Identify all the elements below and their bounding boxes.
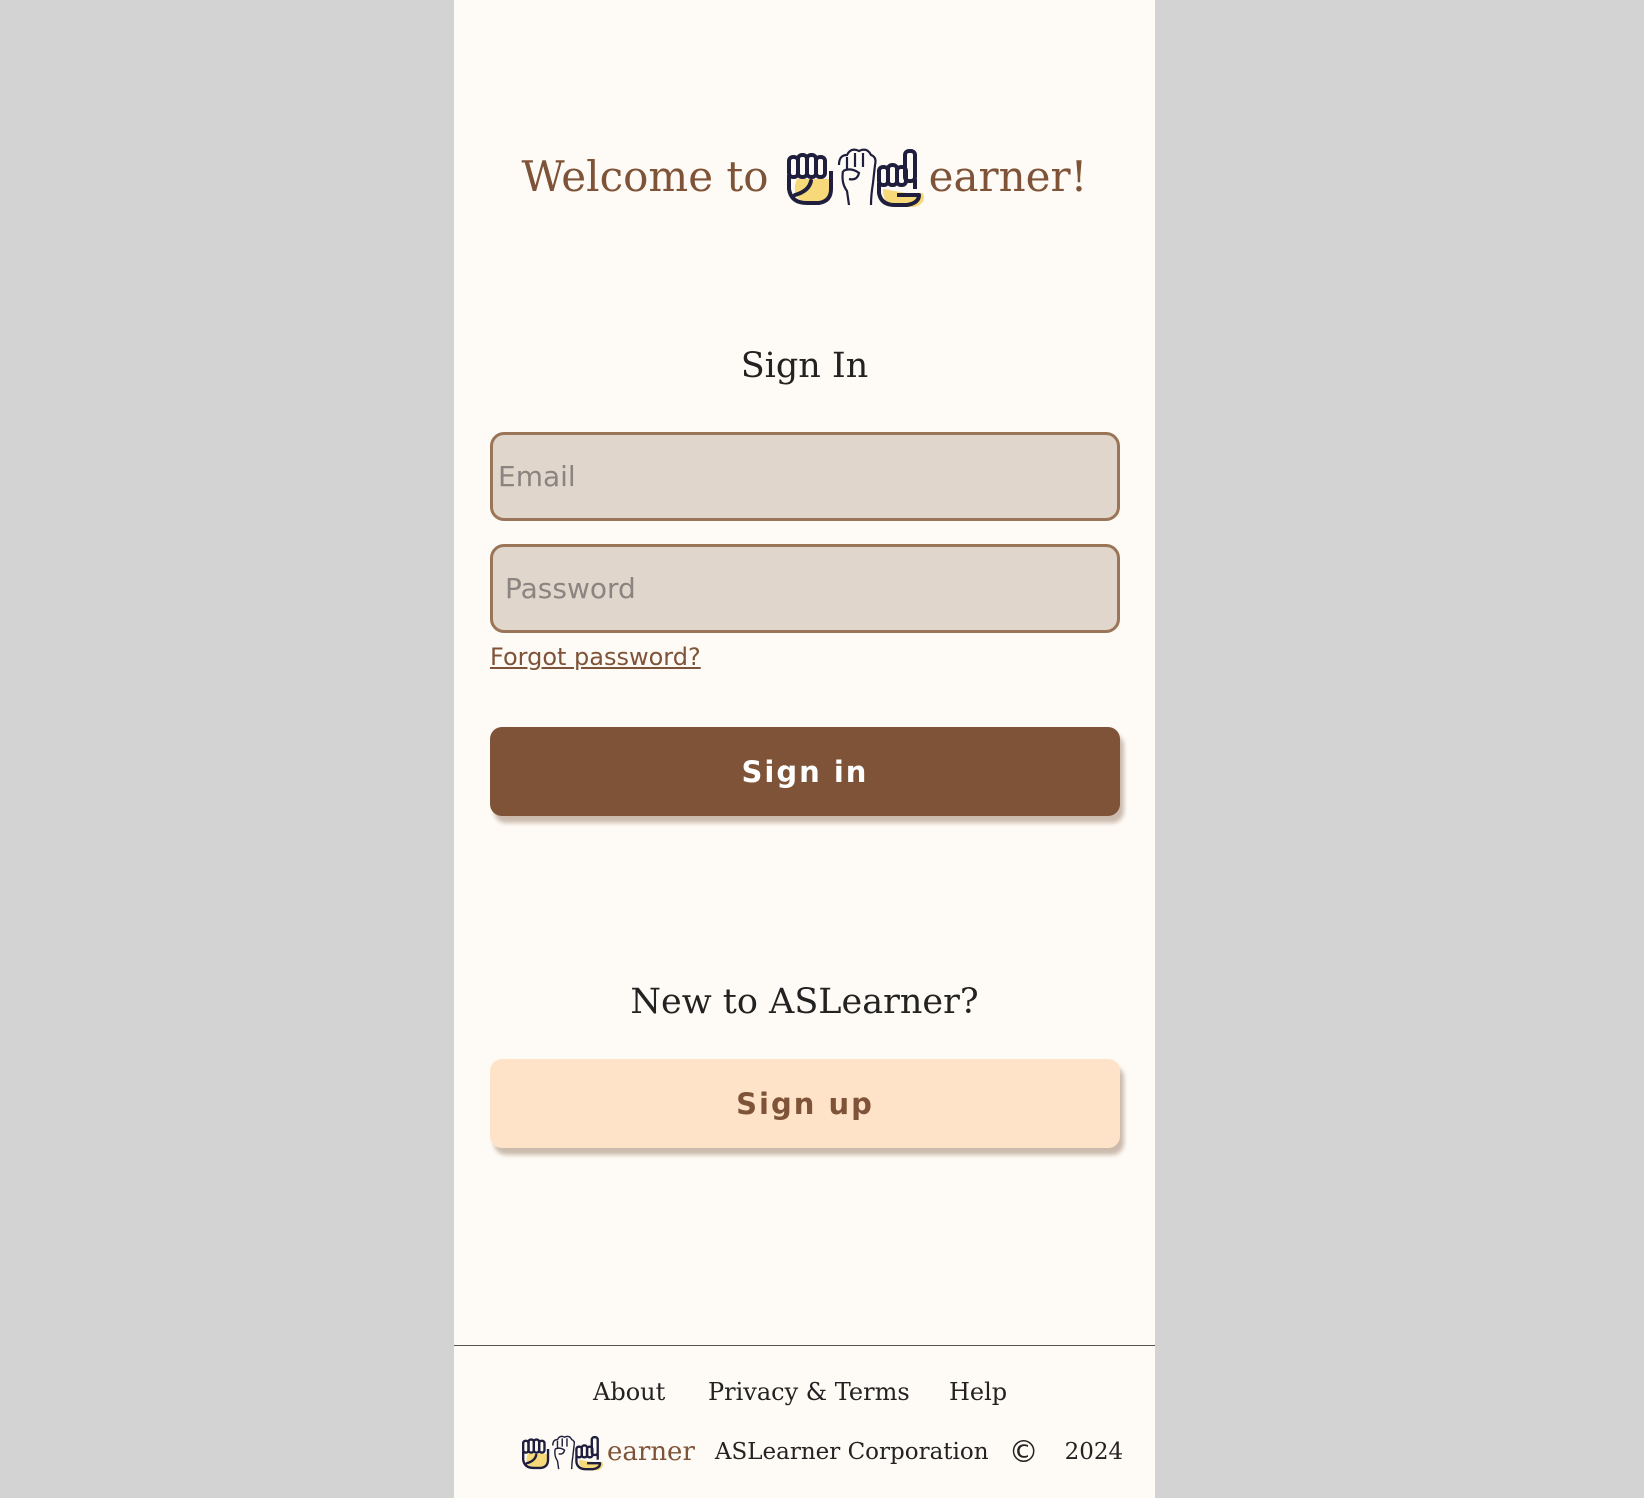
forgot-password-link[interactable]: Forgot password? (490, 643, 701, 671)
footer-link-privacy-terms[interactable]: Privacy & Terms (708, 1378, 910, 1406)
new-user-prompt: New to ASLearner? (630, 982, 979, 1022)
login-panel: Welcome to earner! Sign In Email Forgot … (454, 0, 1155, 1498)
asl-hands-logo-icon (786, 148, 924, 207)
footer-year: 2024 (1064, 1439, 1124, 1465)
footer-bottom-row: earner ASLearner Corporation © 2024 (522, 1428, 1123, 1476)
welcome-brand-suffix: earner! (928, 151, 1088, 201)
footer-logo-icon (522, 1435, 604, 1471)
welcome-prefix: Welcome to (521, 151, 769, 201)
sign-in-title: Sign In (740, 346, 869, 386)
copyright-icon: © (1008, 1434, 1039, 1470)
footer-divider (454, 1345, 1155, 1346)
email-field[interactable] (490, 432, 1120, 521)
footer-link-about[interactable]: About (593, 1378, 665, 1406)
footer-company-name: ASLearner Corporation (714, 1439, 989, 1465)
footer-brand-suffix: earner (607, 1437, 695, 1467)
sign-up-button[interactable]: Sign up (490, 1059, 1120, 1148)
footer-link-help[interactable]: Help (949, 1378, 1007, 1406)
password-field[interactable] (490, 544, 1120, 633)
sign-in-button[interactable]: Sign in (490, 727, 1120, 816)
welcome-heading: Welcome to earner! (454, 136, 1155, 216)
